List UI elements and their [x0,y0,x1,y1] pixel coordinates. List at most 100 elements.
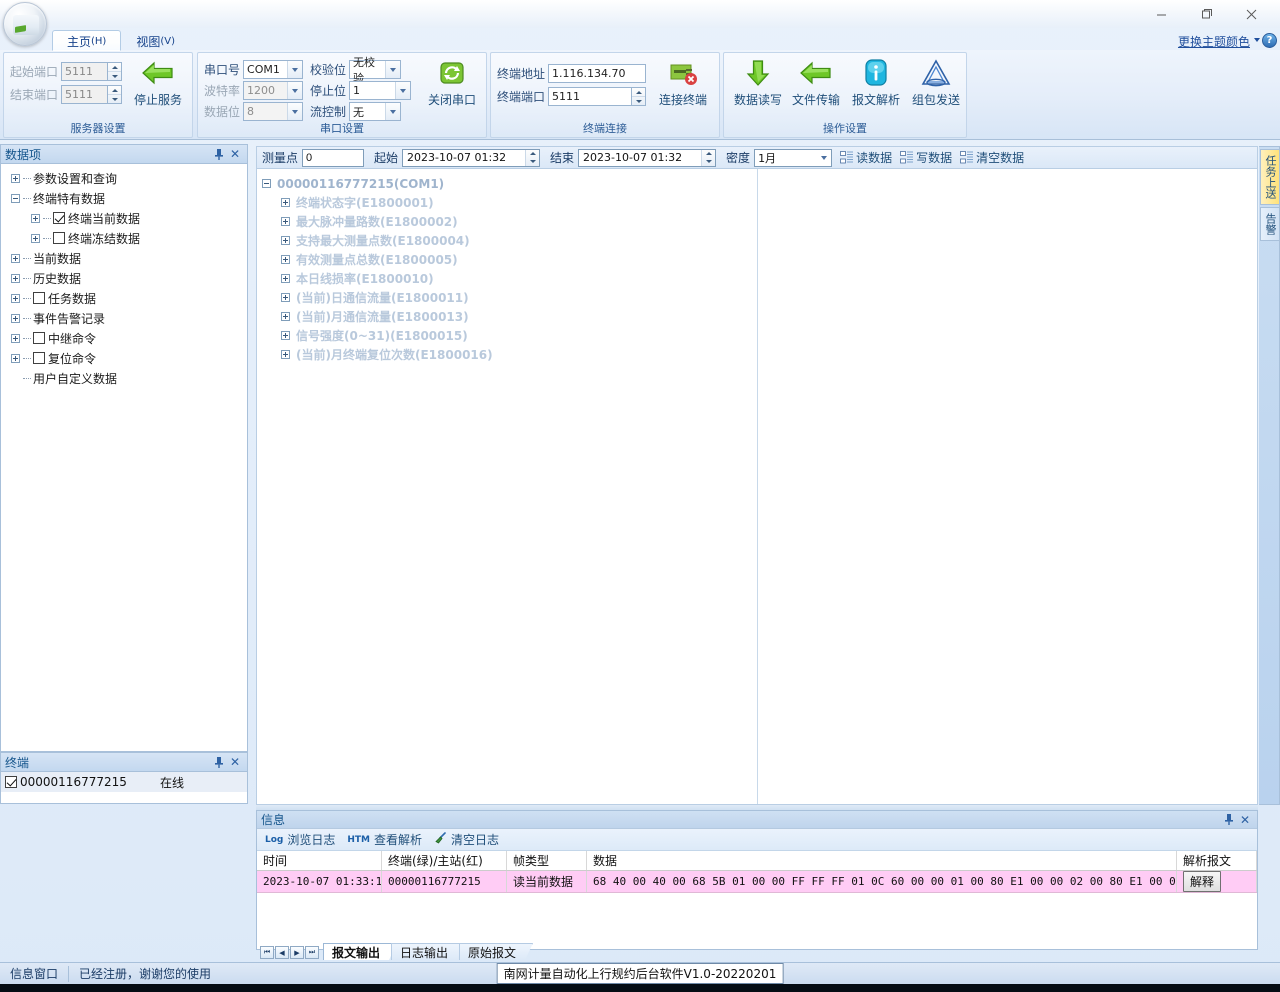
message-parse-button[interactable]: 报文解析 [844,58,908,108]
close-icon[interactable]: ✕ [227,754,243,770]
tree-node-reset-command[interactable]: 复位命令 [5,348,247,368]
chevron-down-icon[interactable] [287,61,303,78]
tree-node-terminal-specific[interactable]: 终端特有数据 [5,188,247,208]
end-port-input[interactable] [61,85,109,104]
tree-item-e1800010[interactable]: 本日线损率 (E1800010) [262,269,757,288]
start-datetime-picker[interactable]: 2023-10-07 01:32 [402,148,541,167]
change-theme-link[interactable]: 更换主题颜色 [1178,33,1250,50]
close-button[interactable] [1229,1,1274,27]
tree-node-terminal-frozen-data[interactable]: 终端冻结数据 [5,228,247,248]
tree-node-param-settings[interactable]: 参数设置和查询 [5,168,247,188]
tree-node-current-data[interactable]: 当前数据 [5,248,247,268]
flow-control-select[interactable]: 无 [349,102,402,121]
tree-node-checkbox[interactable] [33,352,45,364]
expander-icon[interactable] [281,198,290,207]
vtab-task-upload[interactable]: 任务上送 [1260,149,1279,205]
tree-node-event-alarm-records[interactable]: 事件告警记录 [5,308,247,328]
chevron-down-icon[interactable] [385,61,401,78]
application-menu-orb[interactable] [3,2,47,46]
expander-icon[interactable] [281,217,290,226]
tree-item-e1800015[interactable]: 信号强度(0~31) (E1800015) [262,326,757,345]
end-datetime-picker[interactable]: 2023-10-07 01:32 [578,148,717,167]
write-data-button[interactable]: 写数据 [900,149,952,166]
tree-node-history-data[interactable]: 历史数据 [5,268,247,288]
data-bits-select[interactable]: 8 [243,102,304,121]
expander-icon[interactable] [11,333,20,343]
expander-icon[interactable] [11,353,20,363]
table-row[interactable]: 2023-10-07 01:33:19 00000116777215 读当前数据… [257,871,1257,893]
tree-item-e1800011[interactable]: (当前)日通信流量 (E1800011) [262,288,757,307]
packet-send-button[interactable]: 组包发送 [904,58,968,108]
tree-node-checkbox[interactable] [33,332,45,344]
chevron-down-icon[interactable] [287,103,303,120]
pin-icon[interactable] [1221,812,1237,828]
column-header-frame-type[interactable]: 帧类型 [507,851,587,870]
end-datetime-spinner[interactable] [701,149,716,166]
collapser-icon[interactable] [11,193,20,203]
tree-node-checkbox[interactable] [53,232,65,244]
start-port-spinner[interactable] [108,62,123,81]
terminal-port-input[interactable] [548,87,633,106]
browse-log-button[interactable]: Log 浏览日志 [265,831,335,848]
chevron-down-icon[interactable] [395,82,411,99]
nav-prev-button[interactable]: ◀ [275,946,289,959]
column-header-time[interactable]: 时间 [257,851,382,870]
expander-icon[interactable] [31,233,40,243]
column-header-data[interactable]: 数据 [587,851,1177,870]
explain-button[interactable]: 解释 [1183,871,1222,892]
minimize-button[interactable] [1139,1,1184,27]
tree-item-e1800002[interactable]: 最大脉冲量路数 (E1800002) [262,212,757,231]
chevron-down-icon[interactable] [385,103,401,120]
start-datetime-spinner[interactable] [525,149,540,166]
expander-icon[interactable] [281,293,290,302]
tree-node-user-custom-data[interactable]: 用户自定义数据 [5,368,247,388]
tree-item-e1800004[interactable]: 支持最大测量点数 (E1800004) [262,231,757,250]
vertical-splitter[interactable] [757,169,758,804]
chevron-down-icon[interactable] [1254,38,1260,42]
tree-item-e1800013[interactable]: (当前)月通信流量 (E1800013) [262,307,757,326]
tree-node-checkbox[interactable] [33,292,45,304]
data-readwrite-button[interactable]: 数据读写 [726,58,790,108]
close-serial-button[interactable]: 关闭串口 [420,58,484,108]
expander-icon[interactable] [281,255,290,264]
tab-message-output[interactable]: 报文输出 [323,943,397,960]
pin-icon[interactable] [211,146,227,162]
column-header-terminal[interactable]: 终端(绿)/主站(红) [382,851,507,870]
stop-bits-select[interactable]: 1 [349,81,412,100]
terminal-list-item[interactable]: 00000116777215 在线 [1,772,247,792]
expander-icon[interactable] [11,273,20,283]
tree-node-checkbox[interactable] [53,212,65,224]
terminal-checkbox[interactable] [5,776,17,788]
expander-icon[interactable] [11,313,20,323]
clear-data-button[interactable]: 清空数据 [960,149,1024,166]
tree-node-relay-command[interactable]: 中继命令 [5,328,247,348]
file-transfer-button[interactable]: 文件传输 [784,58,848,108]
view-parse-button[interactable]: HTM 查看解析 [347,831,422,848]
tree-root-node[interactable]: 00000116777215(COM1) [262,174,757,193]
close-icon[interactable]: ✕ [1237,812,1253,828]
expander-icon[interactable] [31,213,40,223]
maximize-button[interactable] [1184,1,1229,27]
parity-select[interactable]: 无校验 [349,56,402,85]
vtab-alarm[interactable]: 告警 [1260,207,1279,241]
tree-node-terminal-current-data[interactable]: 终端当前数据 [5,208,247,228]
tab-raw-message[interactable]: 原始报文 [459,943,533,960]
expander-icon[interactable] [11,173,20,183]
nav-last-button[interactable]: ⏭ [305,946,319,959]
baud-rate-select[interactable]: 1200 [243,81,304,100]
clear-log-button[interactable]: 清空日志 [434,831,499,848]
expander-icon[interactable] [281,350,290,359]
tree-item-e1800016[interactable]: (当前)月终端复位次数 (E1800016) [262,345,757,364]
column-header-parse[interactable]: 解析报文 [1177,851,1257,870]
expander-icon[interactable] [281,312,290,321]
expander-icon[interactable] [11,293,20,303]
read-data-button[interactable]: 读数据 [840,149,892,166]
serial-port-select[interactable]: COM1 [243,60,304,79]
collapser-icon[interactable] [262,179,271,188]
expander-icon[interactable] [281,236,290,245]
close-icon[interactable]: ✕ [227,146,243,162]
terminal-address-input[interactable] [548,64,647,83]
chevron-down-icon[interactable] [287,82,303,99]
density-select[interactable]: 1月 [754,148,833,167]
nav-first-button[interactable]: ⏮ [260,946,274,959]
